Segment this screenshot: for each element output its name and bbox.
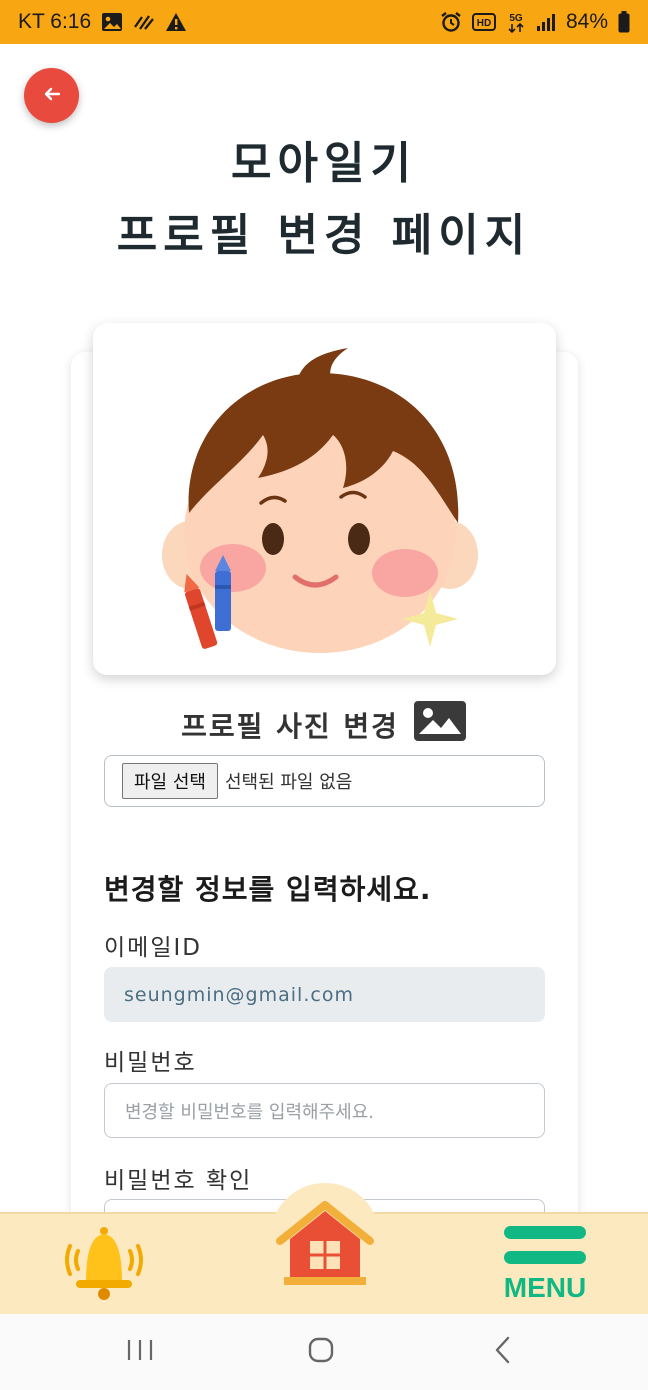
svg-text:HD: HD <box>477 18 491 29</box>
status-bar: KT 6:16 HD 5G 84% <box>0 0 648 44</box>
menu-bar-bottom <box>504 1251 586 1264</box>
5g-icon: 5G <box>506 11 526 33</box>
recents-button[interactable] <box>105 1324 175 1380</box>
house-icon <box>276 1201 374 1291</box>
warning-icon <box>165 12 187 32</box>
email-value: seungmin@gmail.com <box>124 983 354 1006</box>
carrier-time: KT 6:16 <box>18 10 92 33</box>
password-field[interactable]: 변경할 비밀번호를 입력해주세요. <box>104 1083 545 1138</box>
notification-button[interactable] <box>62 1226 146 1302</box>
alarm-icon <box>440 11 462 33</box>
email-field: seungmin@gmail.com <box>104 967 545 1022</box>
photo-change-label: 프로필 사진 변경 <box>0 700 648 749</box>
home-button[interactable] <box>276 1201 374 1287</box>
menu-label: MENU <box>503 1272 587 1303</box>
system-back-button[interactable] <box>468 1324 538 1380</box>
password-placeholder: 변경할 비밀번호를 입력해주세요. <box>125 1101 375 1123</box>
battery-icon <box>618 11 630 33</box>
arrow-left-icon <box>43 86 61 105</box>
battery-percent: 84% <box>565 10 608 33</box>
page-subtitle: 프로필 변경 페이지 <box>116 210 532 261</box>
password-label: 비밀번호 <box>104 1050 197 1076</box>
data-saver-icon <box>133 13 155 31</box>
back-button[interactable] <box>24 68 79 123</box>
menu-bar-top <box>504 1226 586 1239</box>
image-icon[interactable] <box>413 700 467 749</box>
chevron-left-icon <box>493 1336 513 1368</box>
photo-change-text: 프로필 사진 변경 <box>181 709 399 743</box>
system-home-button[interactable] <box>286 1324 356 1380</box>
home-circle-icon <box>307 1336 335 1368</box>
password-confirm-label: 비밀번호 확인 <box>104 1168 253 1194</box>
section-title: 변경할 정보를 입력하세요. <box>104 873 432 906</box>
svg-text:5G: 5G <box>509 13 523 24</box>
app-name: 모아일기 <box>231 138 417 189</box>
gallery-icon <box>101 12 123 32</box>
signal-icon <box>536 12 556 32</box>
bell-icon <box>62 1227 146 1306</box>
recents-icon <box>126 1338 154 1366</box>
file-select-button[interactable]: 파일 선택 <box>122 763 218 799</box>
menu-button[interactable]: MENU <box>500 1226 590 1306</box>
email-label: 이메일ID <box>104 935 202 961</box>
file-status: 선택된 파일 없음 <box>224 772 353 793</box>
profile-avatar[interactable] <box>93 323 556 675</box>
page-title: 모아일기 프로필 변경 페이지 <box>0 128 648 272</box>
file-input[interactable]: 파일 선택 선택된 파일 없음 <box>104 755 545 807</box>
hd-icon: HD <box>471 13 496 31</box>
